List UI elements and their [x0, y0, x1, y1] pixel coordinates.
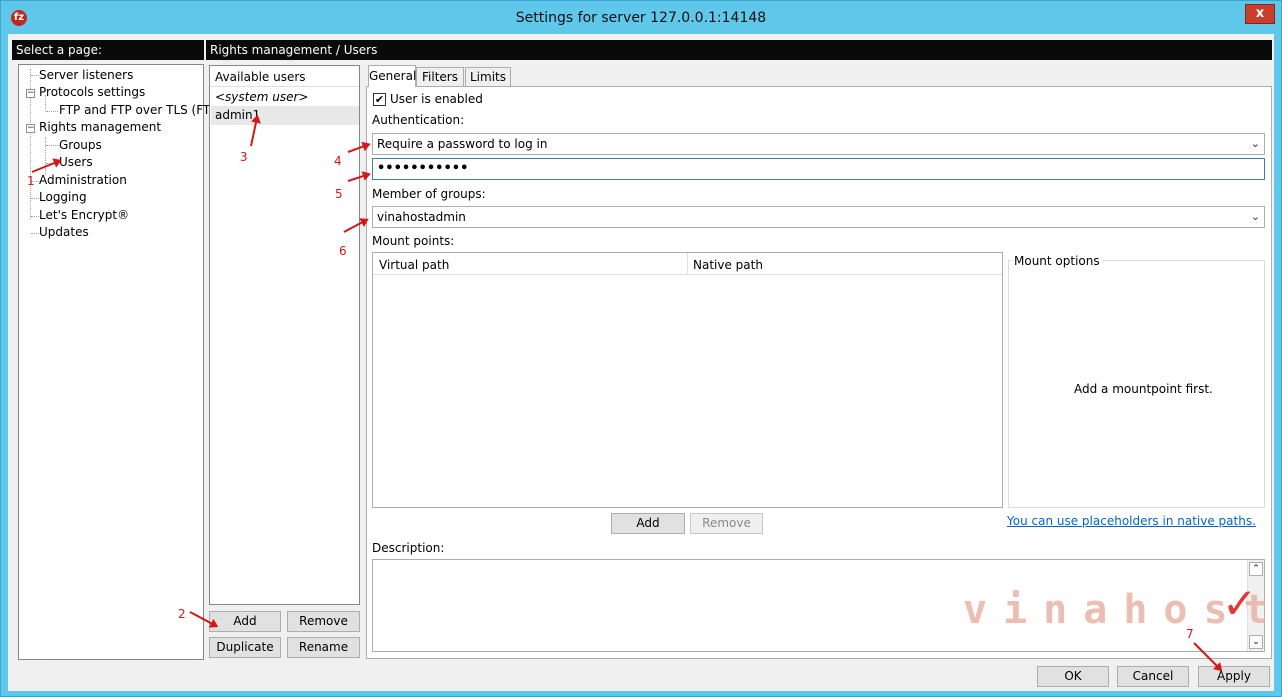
- user-enabled-checkbox[interactable]: ✔: [373, 93, 386, 106]
- annotation-number: 3: [240, 150, 248, 164]
- annotation-number: 5: [335, 187, 343, 201]
- scroll-down-icon[interactable]: ⌄: [1249, 635, 1263, 649]
- available-users-list: Available users <system user> admin1: [209, 65, 360, 605]
- tree-item-ftp-ftps[interactable]: FTP and FTP over TLS (FTPS): [59, 103, 230, 117]
- list-item[interactable]: <system user>: [215, 90, 308, 104]
- tab-general[interactable]: General: [368, 65, 416, 87]
- tree-item-users[interactable]: Users: [59, 155, 93, 169]
- window-title: Settings for server 127.0.0.1:14148: [515, 10, 767, 26]
- breadcrumb: Rights management / Users: [206, 40, 1272, 60]
- member-of-groups-label: Member of groups:: [372, 187, 486, 201]
- tree-item-logging[interactable]: Logging: [39, 190, 87, 204]
- password-value: •••••••••••: [377, 161, 469, 176]
- groups-select[interactable]: vinahostadmin ⌄: [372, 206, 1265, 228]
- dialog-body: Select a page: − − Server listeners Prot…: [8, 34, 1274, 691]
- apply-button[interactable]: Apply: [1198, 666, 1270, 687]
- select-page-header: Select a page:: [12, 40, 204, 60]
- mount-options-empty: Add a mountpoint first.: [1074, 382, 1213, 396]
- tree-item-rights-management[interactable]: Rights management: [39, 120, 161, 134]
- title-bar: fz Settings for server 127.0.0.1:14148 x: [1, 1, 1281, 35]
- annotation-number: 1: [27, 174, 35, 188]
- chevron-down-icon: ⌄: [1250, 137, 1260, 150]
- remove-user-button[interactable]: Remove: [287, 611, 360, 632]
- ok-button[interactable]: OK: [1037, 666, 1109, 687]
- close-button[interactable]: x: [1245, 4, 1275, 24]
- password-input[interactable]: •••••••••••: [372, 158, 1265, 180]
- checkmark-logo-icon: ✓: [1222, 579, 1258, 628]
- add-mountpoint-button[interactable]: Add: [611, 513, 685, 534]
- collapse-icon[interactable]: −: [26, 124, 35, 133]
- description-label: Description:: [372, 541, 445, 555]
- tree-item-groups[interactable]: Groups: [59, 138, 102, 152]
- placeholders-help-link[interactable]: You can use placeholders in native paths…: [1007, 514, 1256, 528]
- authentication-label: Authentication:: [372, 113, 465, 127]
- annotation-number: 7: [1186, 627, 1194, 641]
- authentication-select[interactable]: Require a password to log in ⌄: [372, 133, 1265, 155]
- tree-item-lets-encrypt[interactable]: Let's Encrypt®: [39, 208, 129, 222]
- tree-item-updates[interactable]: Updates: [39, 225, 89, 239]
- tree-item-protocols-settings[interactable]: Protocols settings: [39, 85, 145, 99]
- collapse-icon[interactable]: −: [26, 89, 35, 98]
- page-tree: − − Server listeners Protocols settings …: [18, 64, 230, 660]
- tree-item-server-listeners[interactable]: Server listeners: [39, 68, 133, 82]
- duplicate-user-button[interactable]: Duplicate: [209, 637, 281, 658]
- mount-options-label: Mount options: [1012, 254, 1102, 268]
- remove-mountpoint-button[interactable]: Remove: [690, 513, 763, 534]
- authentication-value: Require a password to log in: [377, 137, 548, 151]
- available-users-header: Available users: [215, 70, 306, 84]
- group-value: vinahostadmin: [377, 210, 466, 224]
- mount-points-table[interactable]: Virtual path Native path: [372, 252, 1003, 508]
- tab-filters[interactable]: Filters: [416, 67, 464, 86]
- user-enabled-label: User is enabled: [390, 92, 483, 106]
- scroll-up-icon[interactable]: ⌃: [1249, 562, 1263, 576]
- col-virtual-path[interactable]: Virtual path: [379, 258, 449, 272]
- cancel-button[interactable]: Cancel: [1117, 666, 1189, 687]
- tab-limits[interactable]: Limits: [465, 67, 511, 86]
- col-native-path[interactable]: Native path: [693, 258, 763, 272]
- annotation-number: 6: [339, 244, 347, 258]
- annotation-number: 2: [178, 607, 186, 621]
- tree-item-administration[interactable]: Administration: [39, 173, 127, 187]
- annotation-number: 4: [334, 154, 342, 168]
- mount-points-label: Mount points:: [372, 234, 455, 248]
- rename-user-button[interactable]: Rename: [287, 637, 360, 658]
- chevron-down-icon: ⌄: [1250, 210, 1260, 223]
